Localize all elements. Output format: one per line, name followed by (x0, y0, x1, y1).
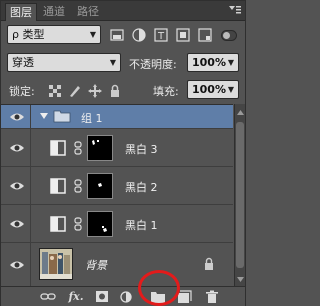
panel-menu-icon[interactable] (226, 3, 242, 17)
annotation-highlight-circle (138, 270, 180, 306)
chevron-down-icon: ▼ (227, 85, 234, 94)
layer-row-background[interactable]: 背景 (1, 243, 233, 287)
fx-button[interactable]: fx. (67, 289, 85, 305)
blend-mode-value: 穿透 (12, 56, 34, 69)
eye-icon[interactable] (8, 177, 26, 195)
tab-paths[interactable]: 路径 (73, 3, 103, 21)
svg-text:T: T (157, 31, 165, 42)
black-white-adjustment-icon (45, 135, 71, 161)
layers-bottom-toolbar: fx. (1, 286, 245, 306)
filter-pixel-icon[interactable] (109, 27, 125, 43)
layer-mask-thumbnail[interactable] (87, 211, 113, 237)
layers-list: 组 1 黑白 3 黑白 2 黑白 1 背景 (1, 104, 233, 287)
opacity-label: 不透明度: (129, 58, 177, 71)
chevron-down-icon: ▼ (227, 58, 234, 67)
filter-adjustment-icon[interactable] (131, 27, 147, 43)
filter-row: ρ 类型 ▼ T (1, 25, 245, 47)
panel-tab-bar: 图层 通道 路径 (1, 1, 245, 21)
eye-icon[interactable] (8, 139, 26, 157)
layer-name: 黑白 2 (125, 181, 158, 194)
filter-shape-icon[interactable] (175, 27, 191, 43)
layer-name: 黑白 3 (125, 143, 158, 156)
layer-row-group[interactable]: 组 1 (1, 105, 233, 129)
blend-mode-select[interactable]: 穿透 ▼ (7, 53, 121, 72)
black-white-adjustment-icon (45, 211, 71, 237)
scrollbar-thumb[interactable] (236, 122, 244, 268)
layer-row-adjustment[interactable]: 黑白 3 (1, 129, 233, 167)
fill-input[interactable]: 100% ▼ (187, 80, 239, 99)
lock-image-pixels-icon[interactable] (67, 83, 83, 99)
tab-channels[interactable]: 通道 (39, 3, 69, 21)
chevron-down-icon: ▼ (89, 30, 96, 39)
lock-row: 锁定: 填充: 100% ▼ (1, 80, 245, 102)
eye-icon[interactable] (8, 256, 26, 274)
fill-label: 填充: (153, 85, 179, 98)
chevron-down-icon: ▼ (109, 58, 116, 67)
filter-type-icon[interactable]: T (153, 27, 169, 43)
adjustment-layer-icon[interactable] (117, 289, 135, 305)
chain-link-icon[interactable] (73, 217, 83, 234)
blend-row: 穿透 ▼ 不透明度: 100% ▼ (1, 53, 245, 75)
eye-icon[interactable] (8, 215, 26, 233)
lock-position-icon[interactable] (87, 83, 103, 99)
layer-name: 组 1 (81, 112, 103, 125)
chain-link-icon[interactable] (73, 179, 83, 196)
layer-mask-thumbnail[interactable] (87, 135, 113, 161)
lock-transparent-pixels-icon[interactable] (47, 83, 63, 99)
chain-link-icon[interactable] (73, 141, 83, 158)
layers-scrollbar[interactable] (234, 104, 245, 286)
layers-panel: 图层 通道 路径 ρ 类型 ▼ T 穿透 ▼ 不透明度: 100% ▼ 锁定: … (0, 0, 246, 306)
filter-toggle-switch[interactable] (221, 30, 237, 41)
layer-row-adjustment[interactable]: 黑白 1 (1, 205, 233, 243)
delete-layer-trash-icon[interactable] (203, 289, 221, 305)
scroll-up-icon[interactable] (236, 107, 245, 120)
lock-icon (203, 257, 215, 274)
add-mask-icon[interactable] (93, 289, 111, 305)
black-white-adjustment-icon (45, 173, 71, 199)
opacity-value: 100% (192, 56, 226, 69)
filter-smart-object-icon[interactable] (197, 27, 213, 43)
lock-all-icon[interactable] (107, 83, 123, 99)
folder-icon (53, 109, 71, 126)
filter-kind-label: ρ 类型 (12, 28, 45, 41)
fill-value: 100% (192, 83, 226, 96)
filter-kind-select[interactable]: ρ 类型 ▼ (7, 25, 101, 44)
tab-layers[interactable]: 图层 (5, 3, 37, 21)
layer-mask-thumbnail[interactable] (87, 173, 113, 199)
lock-label: 锁定: (9, 85, 35, 98)
expand-triangle-icon[interactable] (39, 111, 49, 124)
background-thumbnail (39, 248, 73, 280)
opacity-input[interactable]: 100% ▼ (187, 53, 239, 72)
link-layers-icon[interactable] (39, 289, 57, 305)
layer-name: 背景 (85, 259, 107, 272)
layer-row-adjustment[interactable]: 黑白 2 (1, 167, 233, 205)
layer-name: 黑白 1 (125, 219, 158, 232)
eye-icon[interactable] (8, 108, 26, 126)
